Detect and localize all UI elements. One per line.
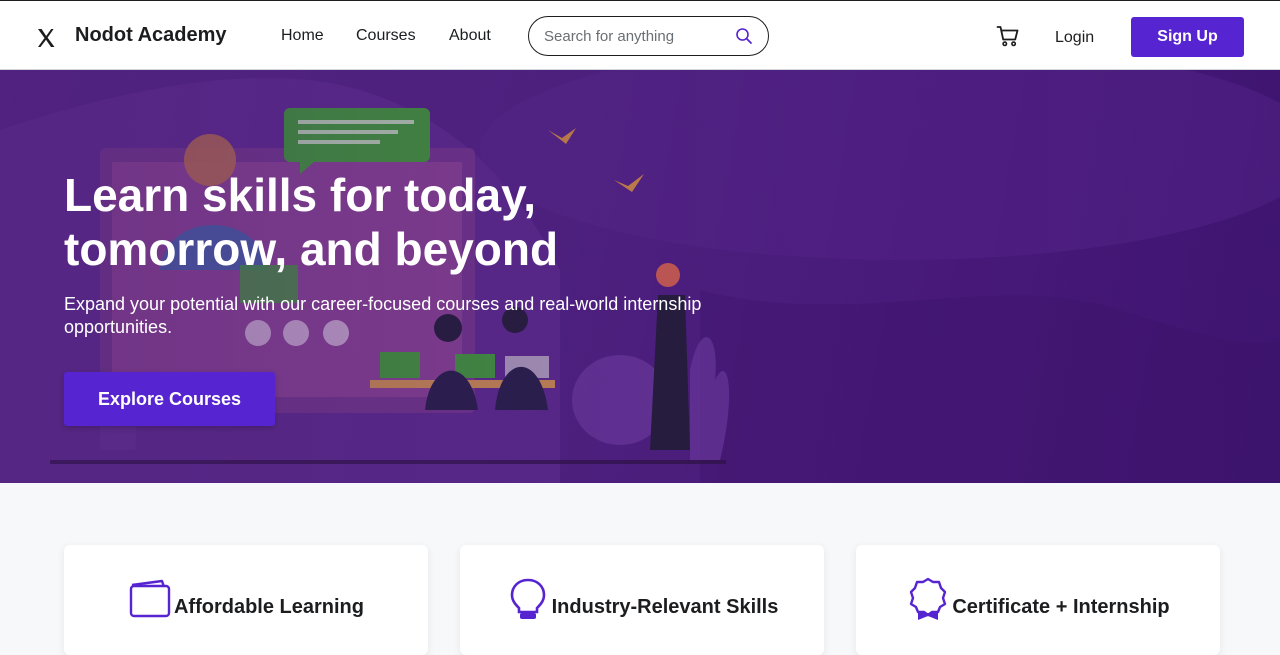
lightbulb-icon [510, 578, 545, 619]
wallet-icon [129, 579, 171, 618]
feature-title: Certificate + Internship [952, 595, 1170, 618]
feature-title: Industry-Relevant Skills [551, 595, 779, 618]
hero-title-line1: Learn skills for today, [64, 169, 537, 221]
feature-card-skills: Industry-Relevant Skills [460, 545, 824, 655]
login-link[interactable]: Login [1055, 29, 1094, 47]
feature-card-affordable: Affordable Learning [64, 545, 428, 655]
award-icon [910, 577, 947, 620]
explore-courses-button[interactable]: Explore Courses [64, 372, 275, 426]
search-bar [528, 16, 769, 56]
feature-card-certificate: Certificate + Internship [856, 545, 1220, 655]
features-section: Affordable Learning Industry-Relevant Sk… [0, 483, 1280, 655]
feature-title: Affordable Learning [173, 595, 364, 618]
search-input[interactable] [544, 26, 724, 46]
search-icon[interactable] [735, 27, 753, 45]
top-navbar: Nodot Academy Home Courses About Login S… [0, 0, 1280, 70]
hero-title: Learn skills for today, tomorrow, and be… [64, 168, 664, 276]
nav-home[interactable]: Home [281, 27, 324, 45]
brand-name[interactable]: Nodot Academy [75, 24, 227, 47]
hero-banner: Learn skills for today, tomorrow, and be… [0, 70, 1280, 483]
nav-about[interactable]: About [449, 27, 491, 45]
hero-title-line2: tomorrow, and beyond [64, 223, 559, 275]
x-logo-icon[interactable] [36, 28, 56, 48]
hero-subtitle: Expand your potential with our career-fo… [64, 294, 702, 337]
cart-icon[interactable] [996, 24, 1020, 48]
signup-button[interactable]: Sign Up [1131, 17, 1244, 57]
nav-courses[interactable]: Courses [356, 27, 416, 45]
